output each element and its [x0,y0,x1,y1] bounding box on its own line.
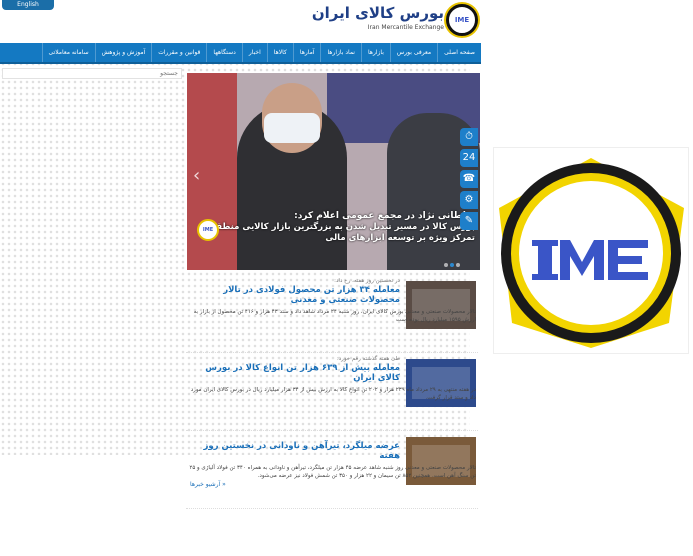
news-summary: در هفته منتهی به ۲۹ مرداد ماه ۲۳۹ هزار و… [190,387,476,401]
news-list: در نخستین روز هفته، رخ داد: معامله ۳۴ هز… [186,278,478,512]
nav-item-markets[interactable]: بازارها [360,43,390,62]
list-item[interactable]: طی هفته گذشته رقم خورد: معامله بیش از ۶۳… [186,356,478,431]
slider-dots [442,260,460,269]
news-kicker: طی هفته گذشته رقم خورد: [336,356,400,362]
news-archive-link[interactable]: « آرشیو خبرها [190,481,226,488]
slider-prev-icon[interactable]: ‹ [193,165,200,186]
slider-mask [264,113,320,143]
nav-item-home[interactable]: صفحه اصلی [437,43,481,62]
site-logo[interactable]: بورس کالای ایران Iran Mercantile Exchang… [312,2,482,36]
nav-item-education[interactable]: آموزش و پژوهش [94,43,152,62]
news-kicker: در نخستین روز هفته، رخ داد: [334,278,400,284]
caption-line-3: تمرکز ویژه بر توسعه ابزارهای مالی [325,233,475,243]
language-button[interactable]: English [2,0,54,10]
nav-item-commodities[interactable]: کالاها [266,43,293,62]
list-item[interactable]: عرضه میلگرد، تیرآهن و ناودانی در نخستین … [186,434,478,509]
edit-icon[interactable]: ✎ [460,212,478,230]
phone-icon[interactable]: ☎ [460,170,478,188]
news-summary: تالار محصولات صنعتی و معدنی بورس کالای ا… [193,309,476,323]
news-title[interactable]: عرضه میلگرد، تیرآهن و ناودانی در نخستین … [190,441,400,461]
caption-badge-icon: IME [197,219,219,241]
hours-24-icon[interactable]: 24 [460,149,478,167]
news-title[interactable]: معامله بیش از ۶۳۹ هزار تن انواع کالا در … [190,363,400,383]
nav-item-news[interactable]: اخبار [241,43,267,62]
slider-dot[interactable] [444,263,448,267]
slider-caption[interactable]: سلطانی نژاد در مجمع عمومی اعلام کرد: بور… [195,211,475,244]
quicklinks-bar: ⏱ 24 ☎ ⚙ ✎ [460,128,478,233]
nav-item-statistics[interactable]: آمارها [292,43,321,62]
logo-title: بورس کالای ایران [311,4,444,22]
logo-subtitle: Iran Mercantile Exchange [367,24,444,31]
ime-emblem-icon [499,158,684,348]
nav-item-market-symbols[interactable]: نماد بازارها [320,43,361,62]
caption-line-1: سلطانی نژاد در مجمع عمومی اعلام کرد: [294,211,475,221]
search-input[interactable] [2,68,182,79]
logo-emblem-icon: IME [446,4,478,36]
news-title[interactable]: معامله ۳۴ هزار تن محصول فولادی در تالار … [190,285,400,305]
news-slider[interactable]: ‹ سلطانی نژاد در مجمع عمومی اعلام کرد: ب… [187,73,480,270]
slider-dot[interactable] [456,263,460,267]
slider-dot-active[interactable] [450,263,454,267]
nav-item-regulations[interactable]: قوانین و مقررات [151,43,206,62]
nav-item-trading-system[interactable]: سامانه معاملاتی [41,43,95,62]
nav-item-about[interactable]: معرفی بورس [389,43,437,62]
caption-line-2: بورس کالا در مسیر تبدیل شدن به بزرگترین … [208,222,475,232]
main-navbar: صفحه اصلی معرفی بورس بازارها نماد بازاره… [0,43,481,64]
clock-icon[interactable]: ⏱ [460,128,478,146]
settings-icon[interactable]: ⚙ [460,191,478,209]
ime-emblem-panel [493,147,689,354]
nav-item-devices[interactable]: دستگاهها [206,43,241,62]
news-summary: تالار محصولات صنعتی و معدنی روز شنبه شاه… [189,465,476,479]
list-item[interactable]: در نخستین روز هفته، رخ داد: معامله ۳۴ هز… [186,278,478,353]
